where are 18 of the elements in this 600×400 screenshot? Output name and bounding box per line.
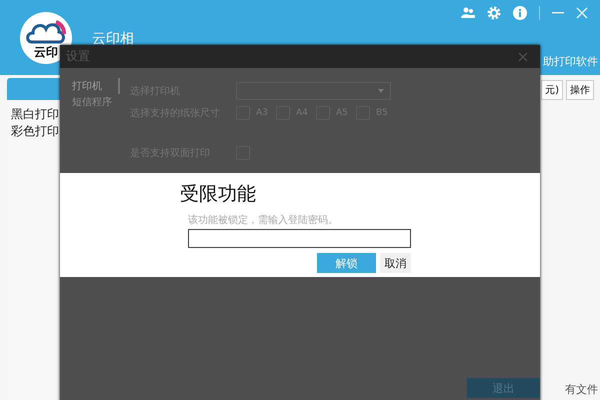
app-title: 云印相 <box>92 30 134 48</box>
settings-icon[interactable] <box>487 6 501 20</box>
printer-dropdown[interactable] <box>236 82 391 100</box>
modal-message: 该功能被锁定，需输入登陆密码。 <box>188 214 338 227</box>
column-header-button[interactable]: 操作 <box>566 80 594 100</box>
modal-title: 受限功能 <box>180 182 256 207</box>
footer-text: 有文件 <box>565 382 599 397</box>
info-icon[interactable] <box>513 6 527 20</box>
users-icon[interactable] <box>461 7 475 19</box>
column-header-button[interactable]: 元) <box>541 80 563 100</box>
caret-icon <box>378 89 384 93</box>
cancel-button[interactable]: 取消 <box>380 253 411 273</box>
close-icon[interactable] <box>518 52 528 62</box>
cloud-icon <box>26 20 66 46</box>
app-subtitle: 助打印软件 <box>543 54 599 69</box>
minimize-icon[interactable] <box>552 12 564 14</box>
password-field[interactable] <box>188 229 411 248</box>
logo-text: 云印 <box>34 46 58 58</box>
